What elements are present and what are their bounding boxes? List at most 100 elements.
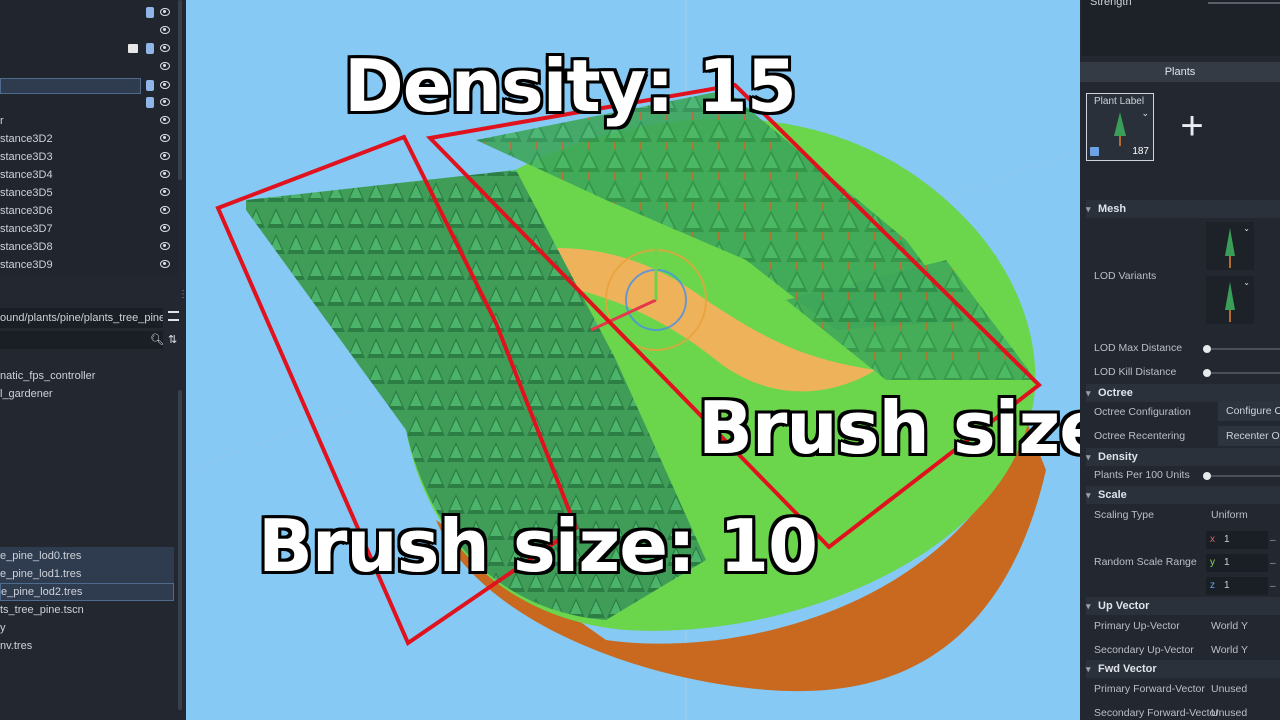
chevron-down-icon[interactable]: ⌄ [1243, 278, 1250, 287]
chevron-down-icon[interactable]: ⌄ [1141, 108, 1149, 119]
scene-tree-row[interactable] [0, 94, 176, 112]
scale-x-field[interactable]: x1 [1206, 531, 1268, 549]
section-up-vector[interactable]: ▾ Up Vector [1086, 597, 1280, 615]
scene-tree-row[interactable]: stance3D9 [0, 256, 176, 274]
scene-tree-row[interactable]: stance3D8 [0, 238, 176, 256]
lod-max-distance-label: LOD Max Distance [1094, 342, 1183, 354]
visibility-eye-icon[interactable] [160, 260, 170, 268]
minus-icon[interactable]: – [1270, 581, 1276, 592]
chevron-down-icon[interactable]: ⌄ [1243, 224, 1250, 233]
section-mesh[interactable]: ▾ Mesh [1086, 200, 1280, 218]
scene-tree-row[interactable] [0, 77, 176, 95]
scene-tree-row[interactable] [0, 4, 176, 22]
filesystem-item[interactable]: natic_fps_controller [0, 367, 174, 385]
slider-grabber[interactable] [1203, 345, 1211, 353]
scene-tree-row[interactable]: stance3D7 [0, 220, 176, 238]
lod-variant-slot[interactable]: ⌄ [1206, 276, 1254, 324]
recenter-octree-button[interactable]: Recenter Oc [1218, 426, 1280, 446]
scale-y-field[interactable]: y1 [1206, 554, 1268, 572]
script-icon[interactable] [146, 97, 154, 108]
filesystem-item[interactable]: e_pine_lod2.tres [0, 583, 174, 601]
filesystem-search-input[interactable] [0, 331, 163, 349]
configure-octree-button[interactable]: Configure O [1218, 401, 1280, 421]
plant-card[interactable]: Plant Label ⌄ 187 [1086, 93, 1154, 161]
secondary-up-vector-dropdown[interactable]: World Y [1211, 644, 1248, 656]
scene-tree-row[interactable] [0, 58, 176, 76]
scene-tree-row[interactable]: stance3D6 [0, 202, 176, 220]
plants-per-100-label: Plants Per 100 Units [1094, 469, 1190, 481]
visibility-eye-icon[interactable] [160, 8, 170, 16]
section-fwd-vector[interactable]: ▾ Fwd Vector [1086, 660, 1280, 678]
chevron-down-icon: ▾ [1086, 204, 1091, 214]
search-icon[interactable]: 🔍︎ [150, 333, 164, 346]
scaling-type-dropdown[interactable]: Uniform [1211, 509, 1248, 521]
add-plant-button[interactable]: + [1176, 100, 1208, 152]
split-mode-icon[interactable] [168, 311, 179, 321]
visibility-eye-icon[interactable] [160, 44, 170, 52]
visibility-eye-icon[interactable] [160, 62, 170, 70]
scaling-type-label: Scaling Type [1094, 509, 1154, 521]
minus-icon[interactable]: – [1270, 558, 1276, 569]
sort-icon[interactable]: ⇅ [168, 333, 177, 346]
primary-up-vector-dropdown[interactable]: World Y [1211, 620, 1248, 632]
script-icon[interactable] [146, 43, 154, 54]
scene-tree-row[interactable]: r [0, 112, 176, 130]
filesystem-item[interactable]: e_pine_lod0.tres [0, 547, 174, 565]
lod-max-distance-slider[interactable] [1206, 348, 1280, 350]
filesystem-item[interactable]: nv.tres [0, 637, 174, 655]
visibility-eye-icon[interactable] [160, 116, 170, 124]
visibility-eye-icon[interactable] [160, 206, 170, 214]
visibility-eye-icon[interactable] [160, 152, 170, 160]
strength-slider[interactable] [1208, 2, 1280, 4]
scene-instance-icon[interactable] [128, 44, 138, 53]
visibility-eye-icon[interactable] [160, 134, 170, 142]
slider-grabber[interactable] [1203, 369, 1211, 377]
scene-tree-row[interactable]: stance3D5 [0, 184, 176, 202]
filesystem-item[interactable]: e_pine_lod1.tres [0, 565, 174, 583]
brush-size-large-annotation: Brush size: 75 [698, 386, 1080, 470]
filesystem-item[interactable]: l_gardener [0, 385, 174, 403]
visibility-eye-icon[interactable] [160, 242, 170, 250]
lod-variant-slot[interactable]: ⌄ [1206, 222, 1254, 270]
plant-label: Plant Label [1094, 96, 1145, 107]
visibility-eye-icon[interactable] [160, 170, 170, 178]
section-octree[interactable]: ▾ Octree [1086, 384, 1280, 402]
primary-forward-vector-dropdown[interactable]: Unused [1211, 683, 1247, 695]
filesystem-path-field[interactable]: ound/plants/pine/plants_tree_pine_ [0, 308, 163, 328]
filesystem-item[interactable]: y [0, 619, 174, 637]
section-density[interactable]: ▾ Density [1086, 448, 1280, 466]
script-icon[interactable] [146, 7, 154, 18]
left-dock: r stance3D2 stance3D3 stance3D4 stance3D… [0, 0, 188, 720]
scene-tree-row[interactable] [0, 22, 176, 40]
lod-kill-distance-label: LOD Kill Distance [1094, 366, 1177, 378]
slider-grabber[interactable] [1203, 472, 1211, 480]
plants-header: Plants [1080, 62, 1280, 82]
secondary-forward-vector-dropdown[interactable]: Unused [1211, 707, 1247, 719]
scene-tree-row[interactable]: stance3D4 [0, 166, 176, 184]
plant-enabled-checkbox[interactable] [1090, 147, 1099, 156]
script-icon[interactable] [146, 80, 154, 91]
visibility-eye-icon[interactable] [160, 224, 170, 232]
filesystem-scrollbar[interactable] [178, 390, 182, 710]
scene-tree-scrollbar[interactable] [178, 0, 182, 180]
3d-viewport[interactable]: Density: 15 Brush size: 75 Brush size: 1… [186, 0, 1080, 720]
visibility-eye-icon[interactable] [160, 98, 170, 106]
brush-size-small-annotation: Brush size: 10 [258, 504, 818, 588]
octree-configuration-label: Octree Configuration [1094, 406, 1191, 418]
scene-tree-row[interactable] [0, 40, 176, 58]
random-scale-range-label: Random Scale Range [1094, 556, 1197, 568]
secondary-forward-vector-label: Secondary Forward-Vector [1094, 707, 1219, 719]
lod-kill-distance-slider[interactable] [1206, 372, 1280, 374]
filesystem-item[interactable]: ts_tree_pine.tscn [0, 601, 174, 619]
plants-per-100-slider[interactable] [1206, 475, 1280, 477]
visibility-eye-icon[interactable] [160, 188, 170, 196]
section-scale[interactable]: ▾ Scale [1086, 486, 1280, 504]
lod-variants-label: LOD Variants [1094, 270, 1157, 282]
minus-icon[interactable]: – [1270, 535, 1276, 546]
pine-tree-thumbnail-icon [1114, 112, 1126, 146]
scene-tree-row[interactable]: stance3D3 [0, 148, 176, 166]
visibility-eye-icon[interactable] [160, 26, 170, 34]
scale-z-field[interactable]: z1 [1206, 577, 1268, 595]
visibility-eye-icon[interactable] [160, 81, 170, 89]
scene-tree-row[interactable]: stance3D2 [0, 130, 176, 148]
